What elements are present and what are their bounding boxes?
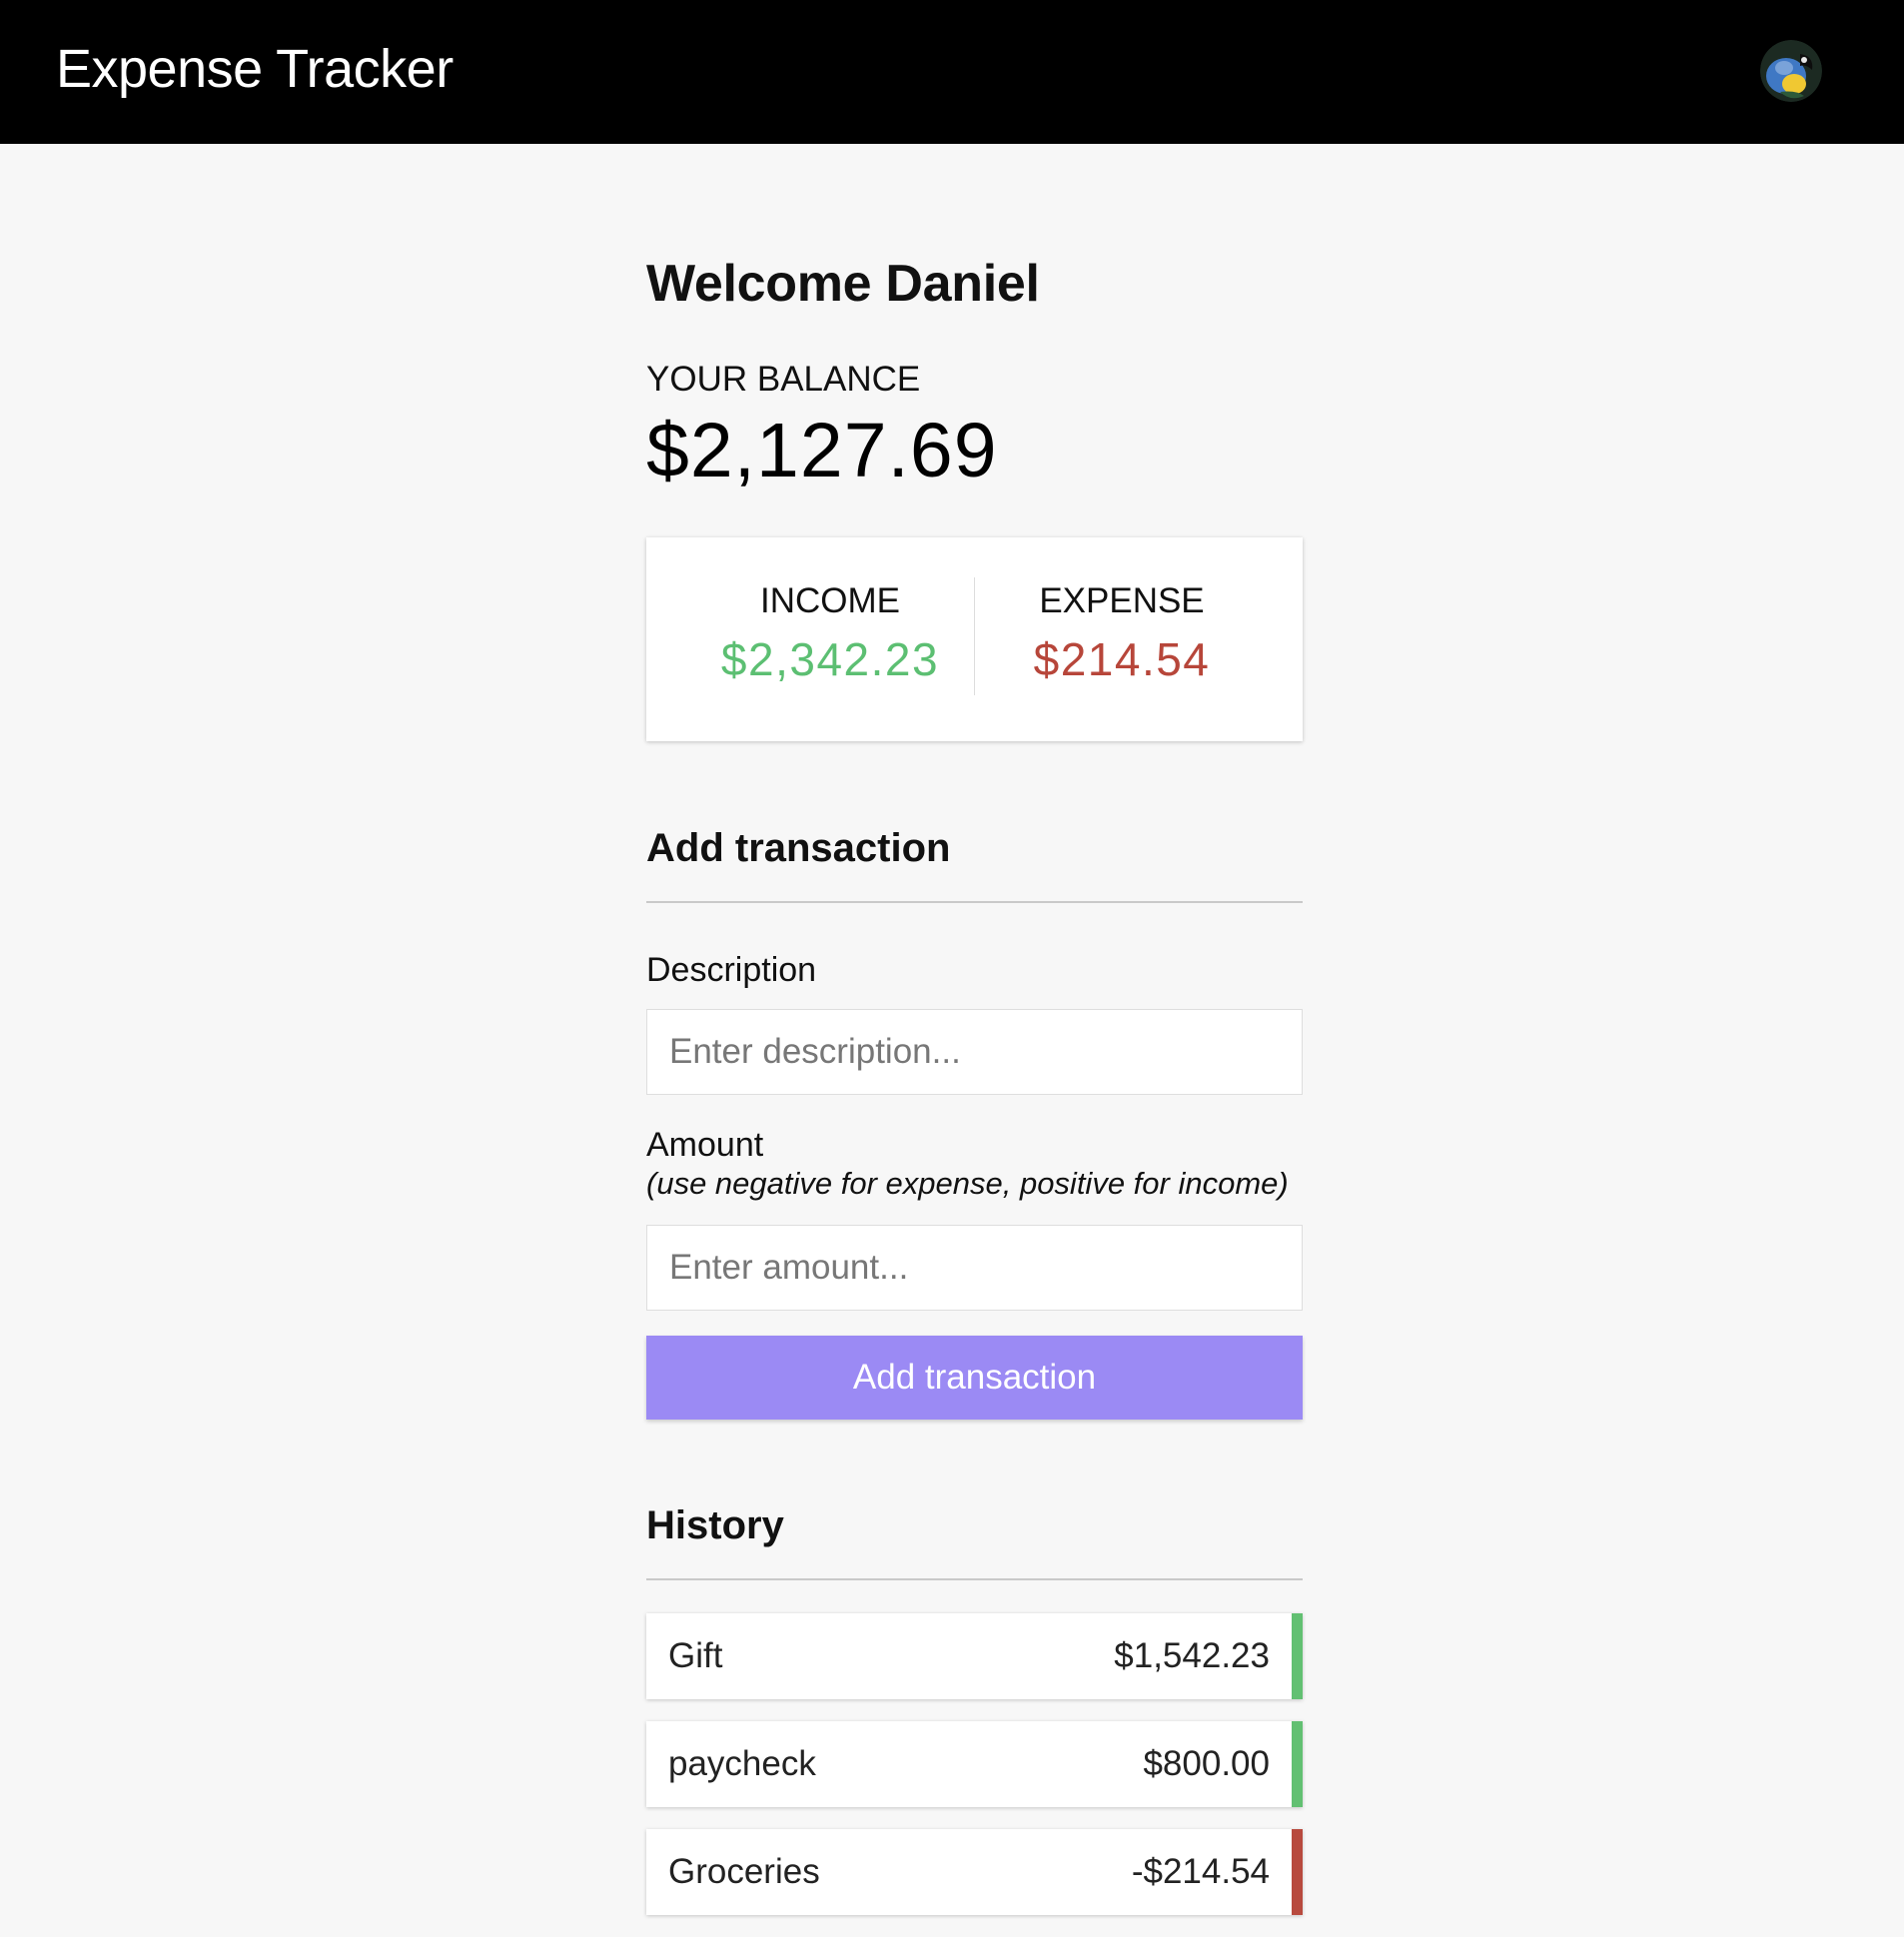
amount-hint: (use negative for expense, positive for … <box>646 1166 1289 1201</box>
amount-label: Amount <box>646 1126 764 1164</box>
history-item[interactable]: Groceries -$214.54 <box>646 1829 1303 1915</box>
add-transaction-divider <box>646 901 1303 903</box>
balance-value: $2,127.69 <box>646 408 998 493</box>
expense-label: EXPENSE <box>1039 581 1205 620</box>
amount-input[interactable] <box>646 1225 1303 1311</box>
app-title: Expense Tracker <box>56 39 454 99</box>
expense-column: EXPENSE $214.54 <box>975 537 1303 741</box>
history-item-amount: $1,542.23 <box>1114 1636 1270 1675</box>
income-expense-card: INCOME $2,342.23 EXPENSE $214.54 <box>646 537 1303 741</box>
description-label: Description <box>646 951 817 989</box>
balance-label: YOUR BALANCE <box>646 360 921 399</box>
history-item-type-stripe <box>1292 1721 1303 1807</box>
history-item-description: Groceries <box>668 1852 820 1891</box>
history-item-description: Gift <box>668 1636 723 1675</box>
add-transaction-heading: Add transaction <box>646 826 951 870</box>
history-item[interactable]: Gift $1,542.23 <box>646 1613 1303 1699</box>
history-item-amount: -$214.54 <box>1131 1852 1270 1891</box>
income-value: $2,342.23 <box>720 633 940 685</box>
history-list: Gift $1,542.23 paycheck $800.00 Grocerie… <box>646 1613 1303 1937</box>
description-input[interactable] <box>646 1009 1303 1095</box>
parrot-avatar-icon[interactable] <box>1760 40 1822 102</box>
history-item-description: paycheck <box>668 1744 816 1783</box>
history-heading: History <box>646 1503 784 1547</box>
history-divider <box>646 1578 1303 1580</box>
history-item-type-stripe <box>1292 1613 1303 1699</box>
welcome-heading: Welcome Daniel <box>646 255 1040 313</box>
history-item[interactable]: paycheck $800.00 <box>646 1721 1303 1807</box>
app-header: Expense Tracker <box>0 0 1904 144</box>
add-transaction-button[interactable]: Add transaction <box>646 1336 1303 1420</box>
history-item-type-stripe <box>1292 1829 1303 1915</box>
income-column: INCOME $2,342.23 <box>646 537 974 741</box>
expense-value: $214.54 <box>1033 633 1211 685</box>
history-item-amount: $800.00 <box>1143 1744 1270 1783</box>
parrot-avatar-image <box>1760 40 1822 102</box>
income-label: INCOME <box>760 581 900 620</box>
